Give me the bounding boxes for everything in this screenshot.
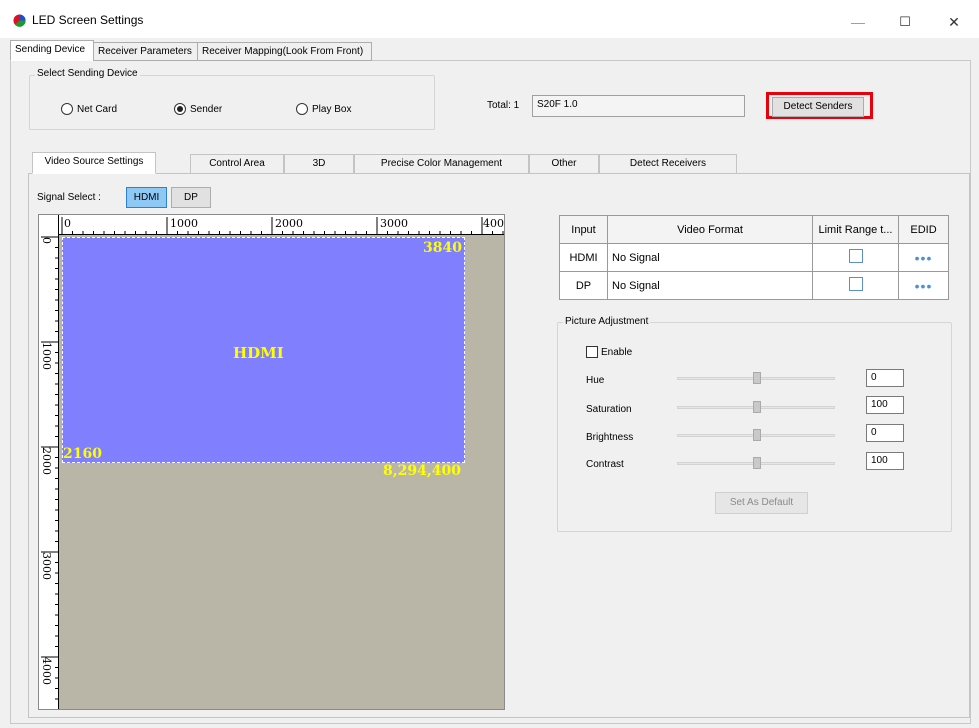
close-button[interactable]: ✕ xyxy=(931,8,977,36)
video-format-table: Input Video Format Limit Range t... EDID… xyxy=(559,215,949,300)
radio-play-box[interactable]: Play Box xyxy=(296,103,351,115)
ruler-top: 0 1000 2000 3000 400 xyxy=(39,215,504,235)
minimize-icon: — xyxy=(851,14,865,30)
hue-input[interactable]: 0 xyxy=(866,369,904,387)
window-title: LED Screen Settings xyxy=(32,13,144,27)
signal-hdmi-button[interactable]: HDMI xyxy=(126,187,167,208)
tab-receiver-parameters[interactable]: Receiver Parameters xyxy=(93,42,198,61)
area-label: 8,294,400 xyxy=(383,463,461,479)
region-name-label: HDMI xyxy=(233,344,284,362)
height-label: 2160 xyxy=(63,446,102,462)
saturation-label: Saturation xyxy=(586,404,632,415)
ruler-top-label: 1000 xyxy=(170,217,198,230)
enable-label: Enable xyxy=(601,346,633,358)
brightness-input[interactable]: 0 xyxy=(866,424,904,442)
ruler-top-ticks xyxy=(61,217,504,235)
limit-range-cell[interactable] xyxy=(812,271,899,300)
select-sending-device-legend: Select Sending Device xyxy=(35,68,140,79)
col-video-format-header: Video Format xyxy=(607,215,813,244)
signal-select-label: Signal Select : xyxy=(37,192,101,203)
tab-precise-color[interactable]: Precise Color Management xyxy=(354,154,529,174)
contrast-label: Contrast xyxy=(586,459,624,470)
radio-circle-icon xyxy=(296,103,308,115)
more-icon[interactable]: ••• xyxy=(915,250,933,266)
saturation-slider-thumb[interactable] xyxy=(753,401,761,413)
signal-dp-button[interactable]: DP xyxy=(171,187,211,208)
table-row: DP No Signal ••• xyxy=(559,271,949,300)
ruler-top-label: 0 xyxy=(64,217,71,230)
picture-adjustment-legend: Picture Adjustment xyxy=(563,316,651,327)
title-bar: LED Screen Settings — ☐ ✕ xyxy=(0,0,979,38)
hue-label: Hue xyxy=(586,375,605,386)
maximize-icon: ☐ xyxy=(899,14,911,29)
contrast-input[interactable]: 100 xyxy=(866,452,904,470)
app-logo-icon xyxy=(13,14,26,27)
edid-cell[interactable]: ••• xyxy=(898,271,949,300)
col-edid-header: EDID xyxy=(898,215,949,244)
set-as-default-button[interactable]: Set As Default xyxy=(715,492,808,514)
edid-cell[interactable]: ••• xyxy=(898,243,949,272)
minimize-button[interactable]: — xyxy=(835,8,881,36)
tab-control-area[interactable]: Control Area xyxy=(190,154,284,174)
ruler-left-label: 2000 xyxy=(40,447,53,475)
col-input-header: Input xyxy=(559,215,608,244)
tab-sending-device[interactable]: Sending Device xyxy=(10,40,94,61)
device-textbox[interactable]: S20F 1.0 xyxy=(532,95,745,117)
close-icon: ✕ xyxy=(948,13,960,30)
tab-receiver-mapping[interactable]: Receiver Mapping(Look From Front) xyxy=(197,42,372,61)
total-label: Total: 1 xyxy=(487,100,520,111)
radio-play-box-label: Play Box xyxy=(312,103,352,115)
limit-range-cell[interactable] xyxy=(812,243,899,272)
tab-video-source-settings[interactable]: Video Source Settings xyxy=(32,152,156,174)
radio-sender-label: Sender xyxy=(190,103,223,115)
brightness-slider-thumb[interactable] xyxy=(753,429,761,441)
radio-sender[interactable]: Sender xyxy=(174,103,222,115)
col-limit-range-header[interactable]: Limit Range t... xyxy=(812,215,899,244)
checkbox-icon[interactable] xyxy=(848,249,863,263)
radio-circle-icon xyxy=(61,103,73,115)
detect-senders-button[interactable]: Detect Senders xyxy=(772,97,864,117)
checkbox-icon xyxy=(586,346,598,358)
maximize-button[interactable]: ☐ xyxy=(882,8,928,36)
input-cell: DP xyxy=(559,271,608,300)
ruler-top-label: 3000 xyxy=(380,217,408,230)
ruler-top-label: 400 xyxy=(483,217,504,230)
tab-3d[interactable]: 3D xyxy=(284,154,354,174)
saturation-input[interactable]: 100 xyxy=(866,396,904,414)
ruler-left-label: 1000 xyxy=(40,342,53,370)
width-label: 3840 xyxy=(423,240,462,256)
format-cell: No Signal xyxy=(607,243,813,272)
table-header-row: Input Video Format Limit Range t... EDID xyxy=(559,215,949,244)
hdmi-source-region[interactable]: HDMI 3840 xyxy=(62,237,465,463)
input-cell: HDMI xyxy=(559,243,608,272)
ruler-left: 0 1000 2000 3000 4000 xyxy=(39,215,59,709)
tab-other[interactable]: Other xyxy=(529,154,599,174)
table-row: HDMI No Signal ••• xyxy=(559,243,949,272)
resolution-canvas[interactable]: 0 1000 2000 3000 400 0 1000 2000 3000 40… xyxy=(38,214,505,710)
ruler-left-label: 0 xyxy=(40,237,53,244)
contrast-slider-thumb[interactable] xyxy=(753,457,761,469)
ruler-left-label: 4000 xyxy=(40,657,53,685)
format-cell: No Signal xyxy=(607,271,813,300)
hue-slider-thumb[interactable] xyxy=(753,372,761,384)
ruler-top-label: 2000 xyxy=(275,217,303,230)
more-icon[interactable]: ••• xyxy=(915,278,933,294)
brightness-label: Brightness xyxy=(586,432,634,443)
ruler-left-label: 3000 xyxy=(40,552,53,580)
enable-checkbox[interactable]: Enable xyxy=(586,346,632,358)
radio-checked-icon xyxy=(174,103,186,115)
tab-detect-receivers[interactable]: Detect Receivers xyxy=(599,154,737,174)
radio-net-card-label: Net Card xyxy=(77,103,118,115)
radio-net-card[interactable]: Net Card xyxy=(61,103,117,115)
checkbox-icon[interactable] xyxy=(848,277,863,291)
